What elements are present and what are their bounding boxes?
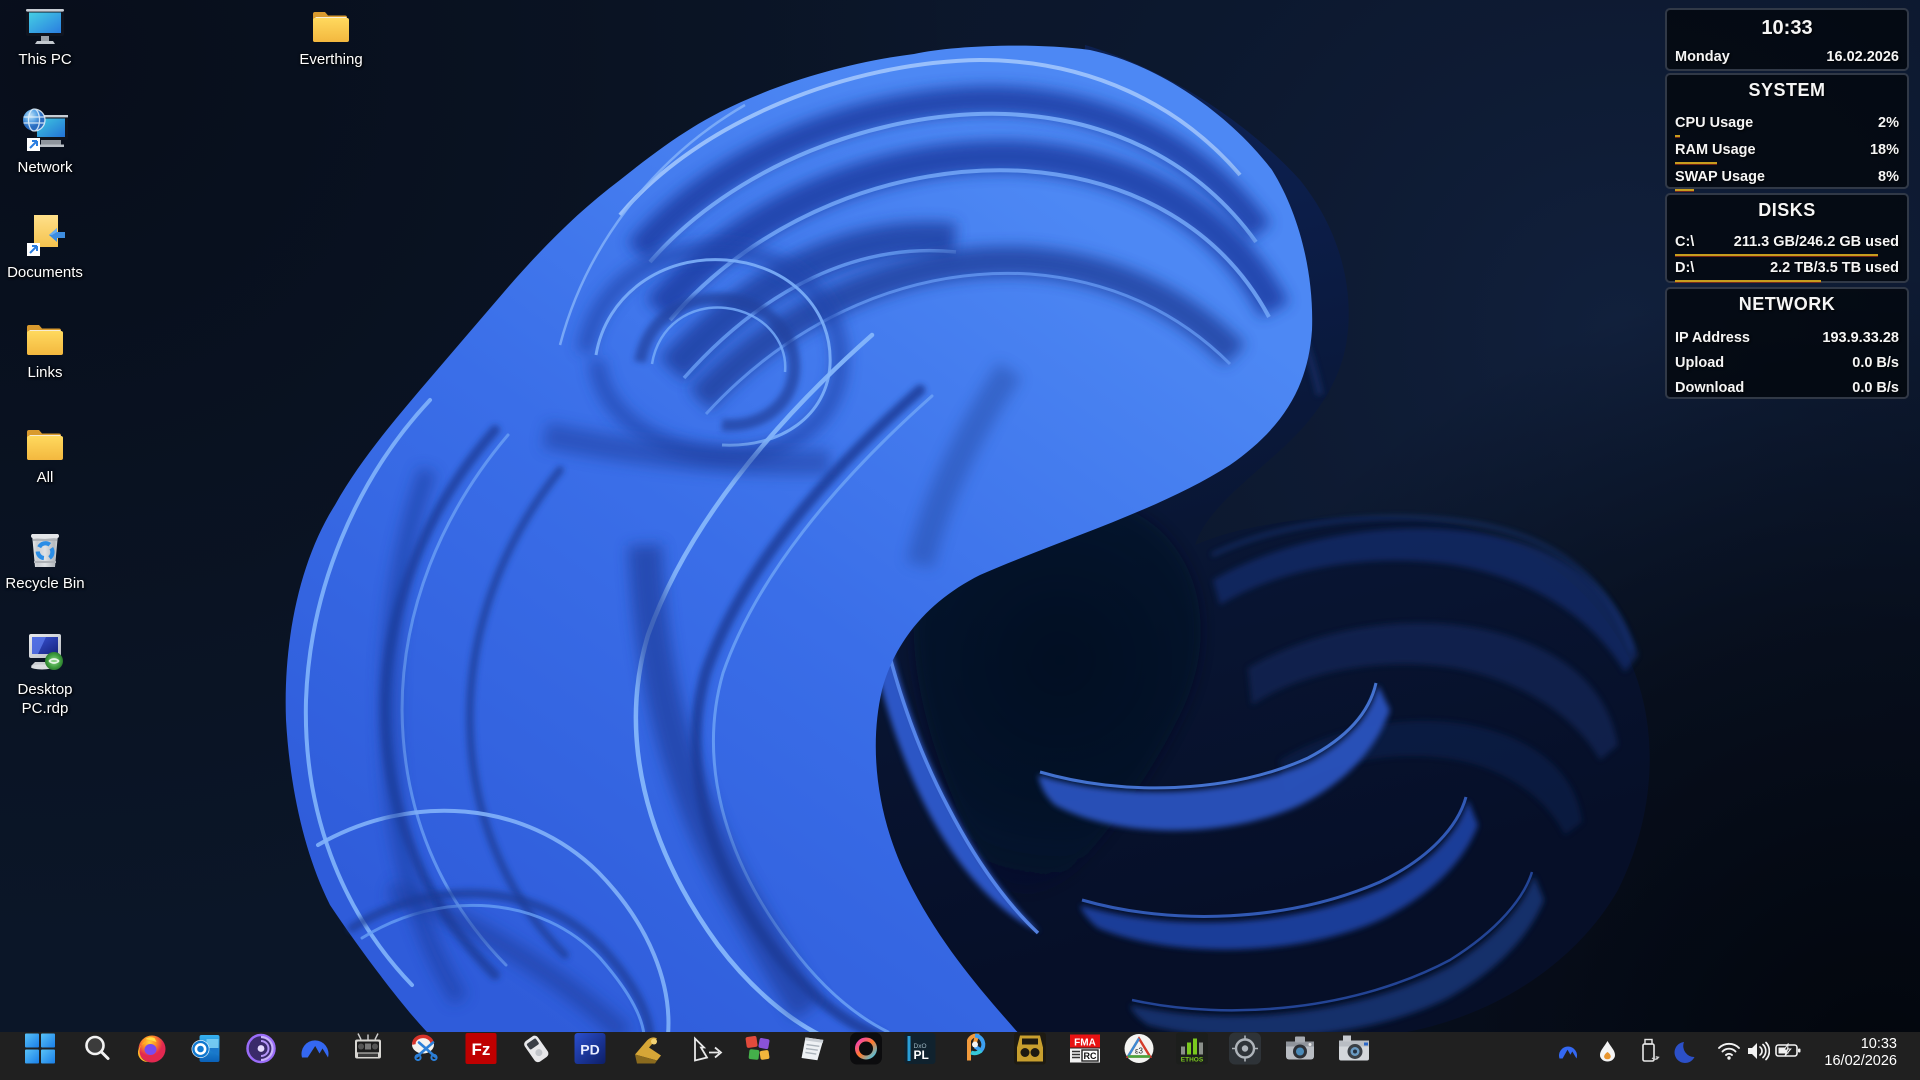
svg-text:RC: RC — [1084, 1051, 1097, 1061]
svg-text:PD: PD — [580, 1042, 599, 1058]
svg-text:ε3: ε3 — [1135, 1047, 1144, 1056]
svg-text:FMA: FMA — [1074, 1038, 1096, 1049]
svg-text:ETHOS: ETHOS — [1181, 1057, 1204, 1064]
svg-text:PL: PL — [914, 1048, 929, 1062]
svg-text:Fz: Fz — [472, 1040, 491, 1059]
